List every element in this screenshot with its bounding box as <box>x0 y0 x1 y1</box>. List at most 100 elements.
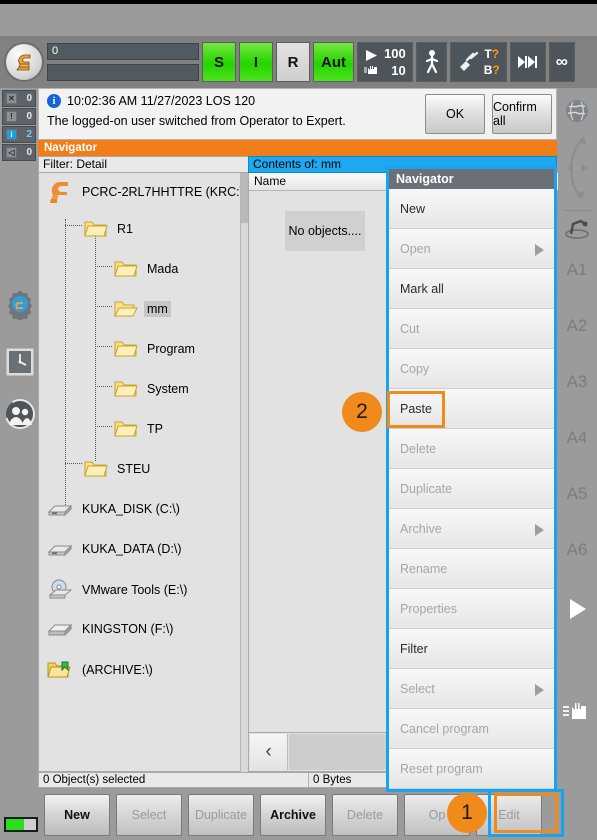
tree-item-root[interactable]: PCRC-2RL7HHTTRE (KRC:\) <box>47 179 247 205</box>
error-counter[interactable]: ✕ 0 <box>2 90 36 107</box>
button-delete[interactable]: Delete <box>332 794 398 836</box>
message-timestamp: 10:02:36 AM 11/27/2023 LOS 120 <box>67 94 256 108</box>
menu-item-label: Cancel program <box>400 721 489 736</box>
tree-connector <box>95 386 112 387</box>
tree-scrollbar[interactable] <box>240 173 249 772</box>
tree-item-r1[interactable]: R1 <box>84 219 136 239</box>
acknowledge-counter[interactable]: ◁ 0 <box>2 144 36 161</box>
navigator-context-menu[interactable]: Navigator New Open Mark all Cut Copy Pas… <box>386 166 557 792</box>
tree-item-system[interactable]: System <box>114 379 192 399</box>
play-triangle-icon <box>366 49 377 61</box>
menu-item-label: Rename <box>400 561 448 576</box>
folder-icon <box>114 261 138 277</box>
play-triangle-icon[interactable] <box>557 596 597 627</box>
tree-connector <box>95 346 112 347</box>
button-select[interactable]: Select <box>116 794 182 836</box>
menu-item-filter[interactable]: Filter <box>389 629 554 669</box>
tree-item-label: KINGSTON (F:\) <box>82 622 174 636</box>
tree-item-mada[interactable]: Mada <box>114 259 181 279</box>
archive-folder-icon <box>47 661 71 678</box>
button-duplicate[interactable]: Duplicate <box>188 794 254 836</box>
menu-item-cut[interactable]: Cut <box>389 309 554 349</box>
message-buttons: OK Confirm all <box>421 89 556 139</box>
info-counter[interactable]: i 2 <box>2 126 36 143</box>
increment-mode-button[interactable] <box>509 42 546 82</box>
menu-item-mark-all[interactable]: Mark all <box>389 269 554 309</box>
override-group[interactable]: 100 10 <box>357 42 413 82</box>
tree-item-kuka-disk[interactable]: KUKA_DISK (C:\) <box>47 499 183 519</box>
ok-button[interactable]: OK <box>425 94 485 134</box>
infinity-indicator[interactable]: ∞ <box>548 42 575 82</box>
operating-mode-aut[interactable]: Aut <box>313 42 354 82</box>
menu-item-delete[interactable]: Delete <box>389 429 554 469</box>
tree-connector <box>95 266 112 267</box>
menu-item-select[interactable]: Select <box>389 669 554 709</box>
robot-jog-icon[interactable] <box>557 216 597 245</box>
menu-item-rename[interactable]: Rename <box>389 549 554 589</box>
tool-base-button[interactable]: T? B? <box>449 42 507 82</box>
kuka-robot-icon[interactable] <box>4 42 44 82</box>
settings-gear-icon[interactable] <box>4 288 36 322</box>
axis-a6-label[interactable]: A6 <box>557 540 597 560</box>
menu-item-archive[interactable]: Archive <box>389 509 554 549</box>
drive-enable-led <box>4 817 38 832</box>
filter-header[interactable]: Filter: Detail <box>38 156 248 173</box>
menu-item-label: Filter <box>400 641 428 656</box>
message-body: The logged-on user switched from Operato… <box>47 114 346 128</box>
user-group-icon[interactable] <box>4 398 36 430</box>
robot-interpreter-field[interactable] <box>47 64 199 81</box>
tree-item-kingston[interactable]: KINGSTON (F:\) <box>47 619 176 639</box>
jog-override-value: 10 <box>391 63 406 78</box>
menu-item-paste[interactable]: Paste <box>389 389 554 429</box>
status-bar: 0 S I R Aut 100 10 T? B? ∞ <box>0 36 597 88</box>
status-indicator-i[interactable]: I <box>239 42 273 82</box>
axis-a5-label[interactable]: A5 <box>557 484 597 504</box>
folder-icon <box>114 421 138 437</box>
chevron-right-icon <box>535 244 544 256</box>
axis-direction-icon[interactable] <box>557 133 597 208</box>
empty-list-message: No objects.... <box>285 211 365 251</box>
menu-item-label: Copy <box>400 361 430 376</box>
menu-item-label: Mark all <box>400 281 444 296</box>
axis-a1-label[interactable]: A1 <box>557 260 597 280</box>
world-globe-icon[interactable] <box>557 98 597 129</box>
tree-item-steu[interactable]: STEU <box>84 459 153 479</box>
tree-item-tp[interactable]: TP <box>114 419 166 439</box>
menu-item-reset-program[interactable]: Reset program <box>389 749 554 789</box>
chevron-left-icon[interactable]: ‹ <box>250 734 288 770</box>
status-indicator-r[interactable]: R <box>276 42 310 82</box>
context-menu-title: Navigator <box>389 169 554 189</box>
hand-icon[interactable] <box>557 698 597 727</box>
rail-divider <box>563 210 591 211</box>
menu-item-open[interactable]: Open <box>389 229 554 269</box>
program-override-value: 100 <box>384 46 406 61</box>
menu-item-new[interactable]: New <box>389 189 554 229</box>
status-indicator-s[interactable]: S <box>202 42 236 82</box>
tree-item-archive[interactable]: (ARCHIVE:\) <box>47 659 156 681</box>
button-archive[interactable]: Archive <box>260 794 326 836</box>
tree-item-kuka-data[interactable]: KUKA_DATA (D:\) <box>47 539 185 559</box>
menu-item-properties[interactable]: Properties <box>389 589 554 629</box>
message-text-area[interactable]: i 10:02:36 AM 11/27/2023 LOS 120 The log… <box>39 89 421 139</box>
axis-a2-label[interactable]: A2 <box>557 316 597 336</box>
clock-icon[interactable] <box>4 346 36 378</box>
tree-item-label: TP <box>147 422 163 436</box>
axis-a4-label[interactable]: A4 <box>557 428 597 448</box>
menu-item-cancel-program[interactable]: Cancel program <box>389 709 554 749</box>
jog-mode-button[interactable] <box>415 42 447 82</box>
menu-item-duplicate[interactable]: Duplicate <box>389 469 554 509</box>
menu-item-label: Delete <box>400 441 437 456</box>
button-new[interactable]: New <box>44 794 110 836</box>
directory-tree-panel[interactable]: PCRC-2RL7HHTTRE (KRC:\) R1 Mada mm Progr… <box>38 173 248 772</box>
tree-item-vmware-tools[interactable]: VMware Tools (E:\) <box>47 579 190 601</box>
tree-item-label: KUKA_DISK (C:\) <box>82 502 180 516</box>
warning-counter[interactable]: ! 0 <box>2 108 36 125</box>
tree-item-label: Program <box>147 342 195 356</box>
confirm-all-button[interactable]: Confirm all <box>492 94 552 134</box>
submit-interpreter-field[interactable]: 0 <box>47 43 199 60</box>
menu-item-label: Paste <box>400 401 432 416</box>
menu-item-copy[interactable]: Copy <box>389 349 554 389</box>
axis-a3-label[interactable]: A3 <box>557 372 597 392</box>
tree-item-mm[interactable]: mm <box>114 299 171 319</box>
tree-item-program[interactable]: Program <box>114 339 198 359</box>
